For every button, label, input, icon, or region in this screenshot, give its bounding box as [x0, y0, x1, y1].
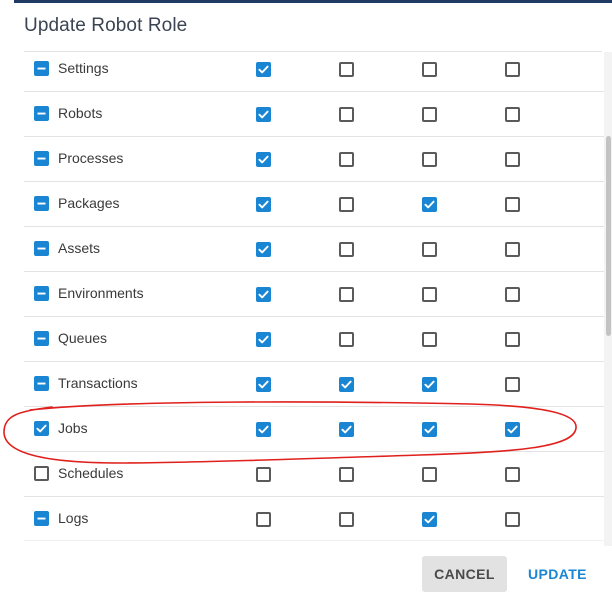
- select-all-settings-checkbox[interactable]: [34, 61, 49, 76]
- select-all-logs-checkbox[interactable]: [34, 511, 49, 526]
- assets-permission-3-checkbox[interactable]: [422, 242, 437, 257]
- transactions-permission-2-checkbox[interactable]: [339, 377, 354, 392]
- logs-permission-4-checkbox[interactable]: [505, 512, 520, 527]
- cancel-button[interactable]: CANCEL: [422, 556, 507, 592]
- schedules-permission-4-checkbox[interactable]: [505, 467, 520, 482]
- select-all-schedules-checkbox[interactable]: [34, 466, 49, 481]
- permission-row-label: Environments: [58, 285, 144, 301]
- assets-permission-1-checkbox[interactable]: [256, 242, 271, 257]
- footer-divider: [24, 540, 604, 541]
- permission-row-settings: Settings: [0, 47, 604, 92]
- settings-permission-4-checkbox[interactable]: [505, 62, 520, 77]
- select-all-queues-checkbox[interactable]: [34, 331, 49, 346]
- permission-row-label: Jobs: [58, 420, 88, 436]
- permission-row-processes: Processes: [0, 137, 604, 182]
- environments-permission-1-checkbox[interactable]: [256, 287, 271, 302]
- logs-permission-3-checkbox[interactable]: [422, 512, 437, 527]
- permission-row-label: Packages: [58, 195, 120, 211]
- dialog-title: Update Robot Role: [24, 15, 188, 36]
- transactions-permission-4-checkbox[interactable]: [505, 377, 520, 392]
- queues-permission-3-checkbox[interactable]: [422, 332, 437, 347]
- permission-row-label: Assets: [58, 240, 101, 256]
- permission-row-transactions: Transactions: [0, 362, 604, 407]
- permission-row-packages: Packages: [0, 182, 604, 227]
- settings-permission-2-checkbox[interactable]: [339, 62, 354, 77]
- permission-row-label: Settings: [58, 60, 109, 76]
- packages-permission-2-checkbox[interactable]: [339, 197, 354, 212]
- permission-row-queues: Queues: [0, 317, 604, 362]
- processes-permission-3-checkbox[interactable]: [422, 152, 437, 167]
- select-all-packages-checkbox[interactable]: [34, 196, 49, 211]
- transactions-permission-1-checkbox[interactable]: [256, 377, 271, 392]
- update-button[interactable]: UPDATE: [522, 556, 592, 592]
- jobs-permission-4-checkbox[interactable]: [505, 422, 520, 437]
- permission-row-assets: Assets: [0, 227, 604, 272]
- packages-permission-3-checkbox[interactable]: [422, 197, 437, 212]
- jobs-permission-1-checkbox[interactable]: [256, 422, 271, 437]
- select-all-processes-checkbox[interactable]: [34, 151, 49, 166]
- settings-permission-1-checkbox[interactable]: [256, 62, 271, 77]
- permission-row-label: Processes: [58, 150, 124, 166]
- schedules-permission-1-checkbox[interactable]: [256, 467, 271, 482]
- select-all-assets-checkbox[interactable]: [34, 241, 49, 256]
- dialog-top-accent-bar: [14, 0, 612, 3]
- permission-row-label: Transactions: [58, 375, 138, 391]
- schedules-permission-3-checkbox[interactable]: [422, 467, 437, 482]
- permission-row-environments: Environments: [0, 272, 604, 317]
- processes-permission-4-checkbox[interactable]: [505, 152, 520, 167]
- queues-permission-2-checkbox[interactable]: [339, 332, 354, 347]
- processes-permission-2-checkbox[interactable]: [339, 152, 354, 167]
- transactions-permission-3-checkbox[interactable]: [422, 377, 437, 392]
- packages-permission-4-checkbox[interactable]: [505, 197, 520, 212]
- permission-row-label: Schedules: [58, 465, 124, 481]
- select-all-robots-checkbox[interactable]: [34, 106, 49, 121]
- queues-permission-1-checkbox[interactable]: [256, 332, 271, 347]
- packages-permission-1-checkbox[interactable]: [256, 197, 271, 212]
- select-all-jobs-checkbox[interactable]: [34, 421, 49, 436]
- permission-row-jobs: Jobs: [0, 407, 604, 452]
- schedules-permission-2-checkbox[interactable]: [339, 467, 354, 482]
- permission-row-robots: Robots: [0, 92, 604, 137]
- scrollbar-thumb[interactable]: [606, 136, 611, 336]
- assets-permission-4-checkbox[interactable]: [505, 242, 520, 257]
- logs-permission-1-checkbox[interactable]: [256, 512, 271, 527]
- processes-permission-1-checkbox[interactable]: [256, 152, 271, 167]
- logs-permission-2-checkbox[interactable]: [339, 512, 354, 527]
- environments-permission-4-checkbox[interactable]: [505, 287, 520, 302]
- jobs-permission-2-checkbox[interactable]: [339, 422, 354, 437]
- jobs-permission-3-checkbox[interactable]: [422, 422, 437, 437]
- robots-permission-2-checkbox[interactable]: [339, 107, 354, 122]
- assets-permission-2-checkbox[interactable]: [339, 242, 354, 257]
- permissions-list: Settings Robots Processes Packages Assets Env…: [0, 47, 604, 542]
- robots-permission-1-checkbox[interactable]: [256, 107, 271, 122]
- permission-row-schedules: Schedules: [0, 452, 604, 497]
- queues-permission-4-checkbox[interactable]: [505, 332, 520, 347]
- settings-permission-3-checkbox[interactable]: [422, 62, 437, 77]
- environments-permission-3-checkbox[interactable]: [422, 287, 437, 302]
- permission-row-label: Robots: [58, 105, 103, 121]
- select-all-environments-checkbox[interactable]: [34, 286, 49, 301]
- robots-permission-4-checkbox[interactable]: [505, 107, 520, 122]
- select-all-transactions-checkbox[interactable]: [34, 376, 49, 391]
- permission-row-label: Queues: [58, 330, 108, 346]
- permission-row-logs: Logs: [0, 497, 604, 542]
- permission-row-label: Logs: [58, 510, 89, 526]
- robots-permission-3-checkbox[interactable]: [422, 107, 437, 122]
- environments-permission-2-checkbox[interactable]: [339, 287, 354, 302]
